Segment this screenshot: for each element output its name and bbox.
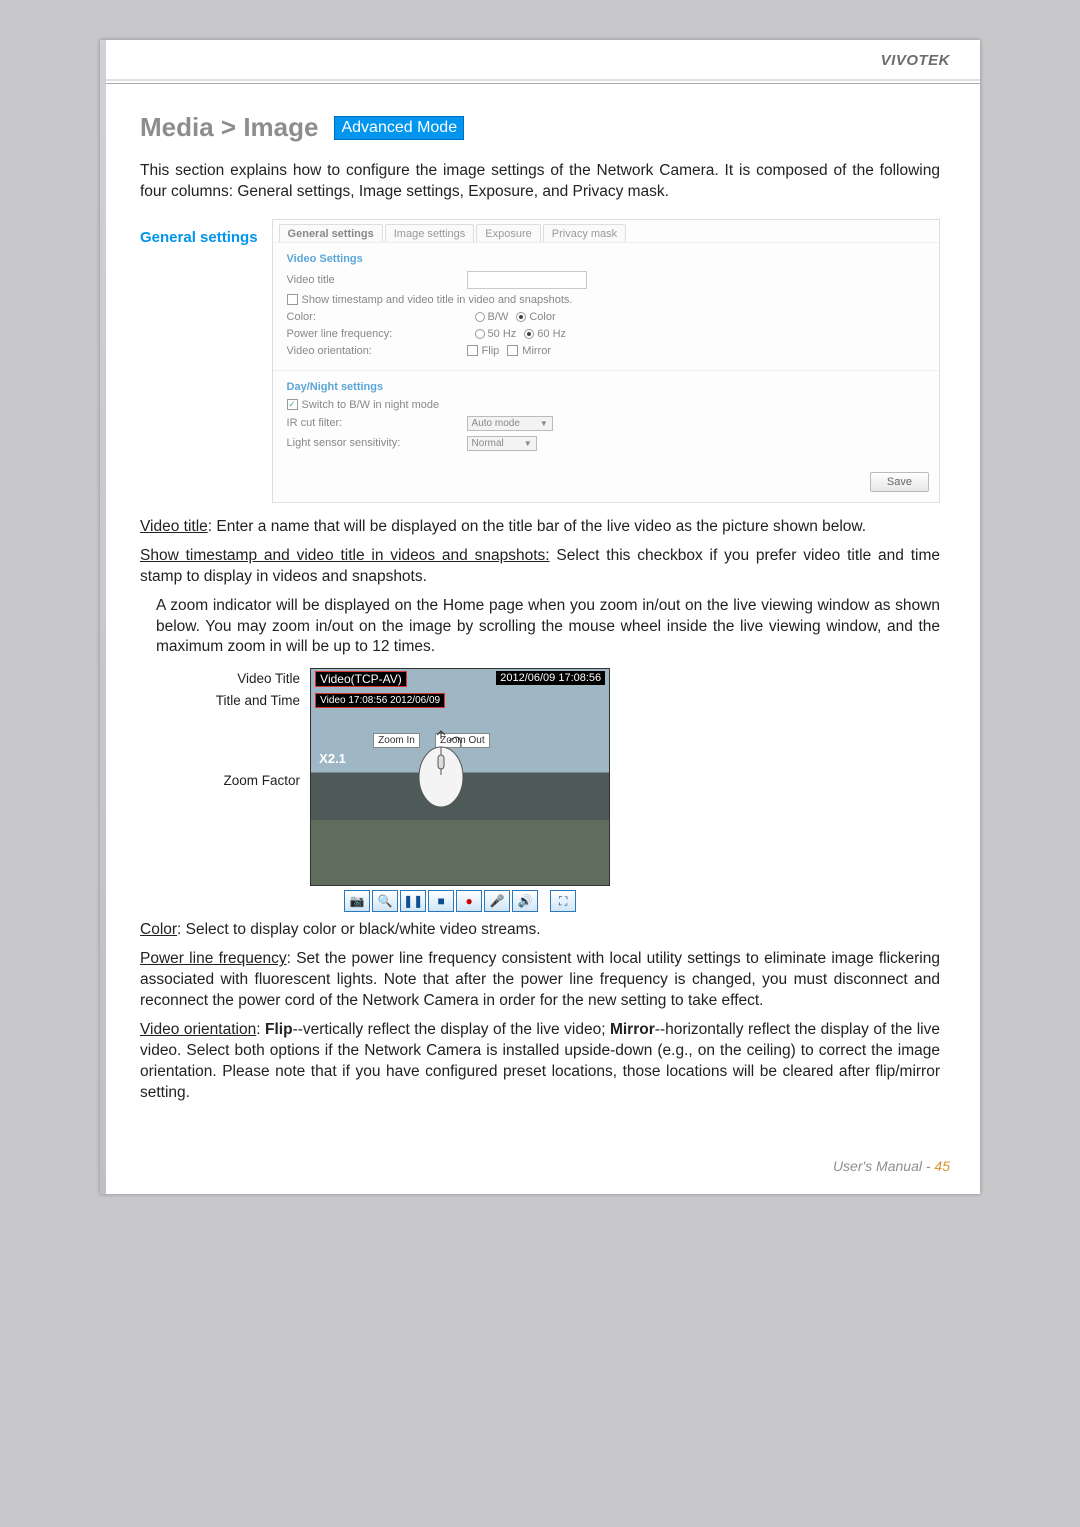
page-body: Media > Image Advanced Mode This section… xyxy=(100,84,980,1142)
flip-checkbox[interactable] xyxy=(467,345,478,356)
advanced-mode-badge: Advanced Mode xyxy=(334,116,464,140)
pause-button[interactable]: ❚❚ xyxy=(400,890,426,912)
color-label: Color: xyxy=(287,311,467,323)
lss-value: Normal xyxy=(472,438,504,449)
radio-color[interactable] xyxy=(516,312,526,322)
radio-bw-label: B/W xyxy=(488,311,509,323)
video-title-label: Video title xyxy=(287,274,467,286)
intro-paragraph: This section explains how to configure t… xyxy=(140,161,940,203)
chevron-down-icon: ▼ xyxy=(524,439,532,448)
mic-button[interactable]: 🎤 xyxy=(484,890,510,912)
page-footer: User's Manual - 45 xyxy=(100,1142,980,1194)
left-edge-decoration xyxy=(100,40,106,1194)
text: Video title xyxy=(140,518,208,535)
video-settings-section: Video Settings Video title Show timestam… xyxy=(273,242,939,370)
video-title-paragraph: Video title: Enter a name that will be d… xyxy=(140,517,940,538)
orientation-paragraph: Video orientation: Flip--vertically refl… xyxy=(140,1020,940,1104)
lss-label: Light sensor sensitivity: xyxy=(287,437,467,449)
stop-button[interactable]: ■ xyxy=(428,890,454,912)
live-view-figure: Video Title Title and Time Zoom Factor V… xyxy=(200,668,940,912)
text: : Select to display color or black/white… xyxy=(177,921,541,938)
day-night-section: Day/Night settings ✓ Switch to B/W in ni… xyxy=(273,370,939,464)
flip-label: Flip xyxy=(482,345,500,357)
speaker-button[interactable]: 🔊 xyxy=(512,890,538,912)
text: Power line frequency xyxy=(140,950,287,967)
section-title: Video Settings xyxy=(287,253,925,265)
radio-50hz[interactable] xyxy=(475,329,485,339)
tab-exposure[interactable]: Exposure xyxy=(476,224,540,242)
text: Flip xyxy=(265,1021,293,1038)
general-settings-heading: General settings xyxy=(140,229,258,246)
brand-logo: VIVOTEK xyxy=(881,52,950,69)
ircut-select[interactable]: Auto mode ▼ xyxy=(467,416,553,431)
settings-panel: General settings Image settings Exposure… xyxy=(272,219,940,503)
record-button[interactable]: ● xyxy=(456,890,482,912)
tab-image-settings[interactable]: Image settings xyxy=(385,224,475,242)
video-title-overlay: Video(TCP-AV) xyxy=(315,671,407,687)
radio-bw[interactable] xyxy=(475,312,485,322)
page-title: Media > Image xyxy=(140,112,318,143)
text: : xyxy=(256,1021,265,1038)
radio-50hz-label: 50 Hz xyxy=(488,328,517,340)
divider xyxy=(100,79,980,81)
ircut-value: Auto mode xyxy=(472,418,520,429)
zoom-button[interactable]: 🔍 xyxy=(372,890,398,912)
plf-label: Power line frequency: xyxy=(287,328,467,340)
video-title-input[interactable] xyxy=(467,271,587,289)
radio-60hz[interactable] xyxy=(524,329,534,339)
orientation-label: Video orientation: xyxy=(287,345,467,357)
radio-color-label: Color xyxy=(529,311,555,323)
show-timestamp-label: Show timestamp and video title in video … xyxy=(302,294,573,306)
mouse-icon xyxy=(411,729,471,809)
mirror-checkbox[interactable] xyxy=(507,345,518,356)
page: VIVOTEK Media > Image Advanced Mode This… xyxy=(100,40,980,1194)
ircut-label: IR cut filter: xyxy=(287,417,467,429)
show-timestamp-paragraph: Show timestamp and video title in videos… xyxy=(140,546,940,588)
player-toolbar: 📷 🔍 ❚❚ ■ ● 🎤 🔊 ⛶ xyxy=(310,890,610,912)
timestamp-overlay: 2012/06/09 17:08:56 xyxy=(496,671,605,685)
tab-privacy-mask[interactable]: Privacy mask xyxy=(543,224,626,242)
switch-bw-label: Switch to B/W in night mode xyxy=(302,399,440,411)
callout-title-time: Title and Time xyxy=(200,690,300,712)
save-button[interactable]: Save xyxy=(870,472,929,492)
title-time-overlay: Video 17:08:56 2012/06/09 xyxy=(315,693,445,708)
text: --vertically reflect the display of the … xyxy=(293,1021,610,1038)
show-timestamp-checkbox[interactable] xyxy=(287,294,298,305)
zoom-paragraph: A zoom indicator will be displayed on th… xyxy=(140,596,940,659)
switch-bw-checkbox[interactable]: ✓ xyxy=(287,399,298,410)
lss-select[interactable]: Normal ▼ xyxy=(467,436,537,451)
fullscreen-button[interactable]: ⛶ xyxy=(550,890,576,912)
tab-general-settings[interactable]: General settings xyxy=(279,224,383,242)
text: Color xyxy=(140,921,177,938)
section-title: Day/Night settings xyxy=(287,381,925,393)
text: Show timestamp and video title in videos… xyxy=(140,547,550,564)
zoom-factor-overlay: X2.1 xyxy=(319,751,346,766)
page-number: 45 xyxy=(934,1158,950,1174)
chevron-down-icon: ▼ xyxy=(540,419,548,428)
color-paragraph: Color: Select to display color or black/… xyxy=(140,920,940,941)
page-header: VIVOTEK xyxy=(100,40,980,79)
footer-label: User's Manual - xyxy=(833,1158,934,1174)
mirror-label: Mirror xyxy=(522,345,551,357)
callout-zoom-factor: Zoom Factor xyxy=(200,770,300,792)
callout-video-title: Video Title xyxy=(200,668,300,690)
radio-60hz-label: 60 Hz xyxy=(537,328,566,340)
snapshot-button[interactable]: 📷 xyxy=(344,890,370,912)
plf-paragraph: Power line frequency: Set the power line… xyxy=(140,949,940,1012)
text: Mirror xyxy=(610,1021,655,1038)
live-view-preview: Video(TCP-AV) 2012/06/09 17:08:56 Video … xyxy=(310,668,610,886)
text: : Enter a name that will be displayed on… xyxy=(208,518,866,535)
tab-bar: General settings Image settings Exposure… xyxy=(273,220,939,242)
text: Video orientation xyxy=(140,1021,256,1038)
